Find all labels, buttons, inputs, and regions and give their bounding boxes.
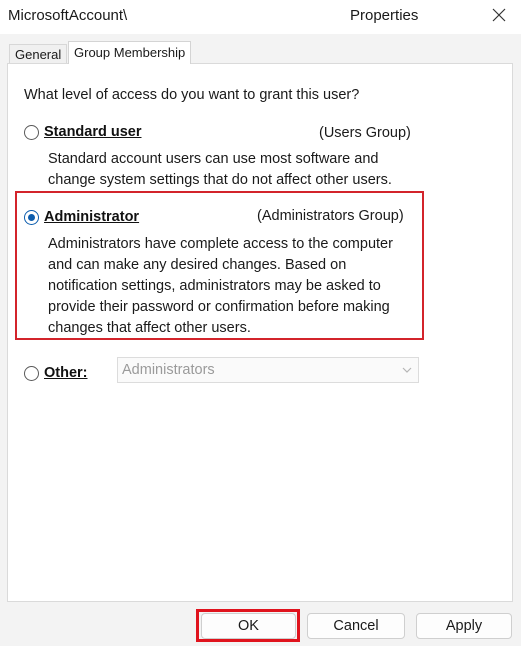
close-button[interactable] — [484, 2, 514, 28]
other-radio[interactable] — [24, 366, 39, 381]
users-group-label: (Users Group) — [319, 125, 411, 141]
standard-user-label[interactable]: Standard user — [44, 124, 142, 140]
access-question: What level of access do you want to gran… — [24, 87, 360, 103]
tab-strip: General Group Membership — [0, 34, 521, 64]
administrators-group-label: (Administrators Group) — [257, 208, 404, 224]
combo-selected-value: Administrators — [122, 362, 215, 378]
window-title-suffix: Properties — [350, 7, 419, 24]
apply-button[interactable]: Apply — [416, 613, 512, 639]
tab-group-membership[interactable]: Group Membership — [68, 41, 192, 64]
redacted-username — [128, 4, 348, 26]
chevron-down-icon — [402, 367, 412, 373]
administrator-radio[interactable] — [24, 210, 39, 225]
administrator-label[interactable]: Administrator — [44, 209, 139, 225]
cancel-button[interactable]: Cancel — [307, 613, 405, 639]
properties-dialog: MicrosoftAccount\ Properties General Gro… — [0, 0, 521, 646]
window-title-prefix: MicrosoftAccount\ — [8, 7, 128, 24]
administrator-description: Administrators have complete access to t… — [48, 236, 393, 336]
standard-user-radio[interactable] — [24, 125, 39, 140]
standard-user-description: Standard account users can use most soft… — [48, 151, 392, 188]
ok-highlight — [196, 609, 300, 642]
title-bar: MicrosoftAccount\ Properties — [0, 0, 521, 34]
other-label[interactable]: Other: — [44, 365, 88, 381]
tab-general[interactable]: General — [9, 44, 68, 64]
close-icon — [492, 8, 506, 22]
other-group-combobox[interactable]: Administrators — [117, 357, 419, 383]
